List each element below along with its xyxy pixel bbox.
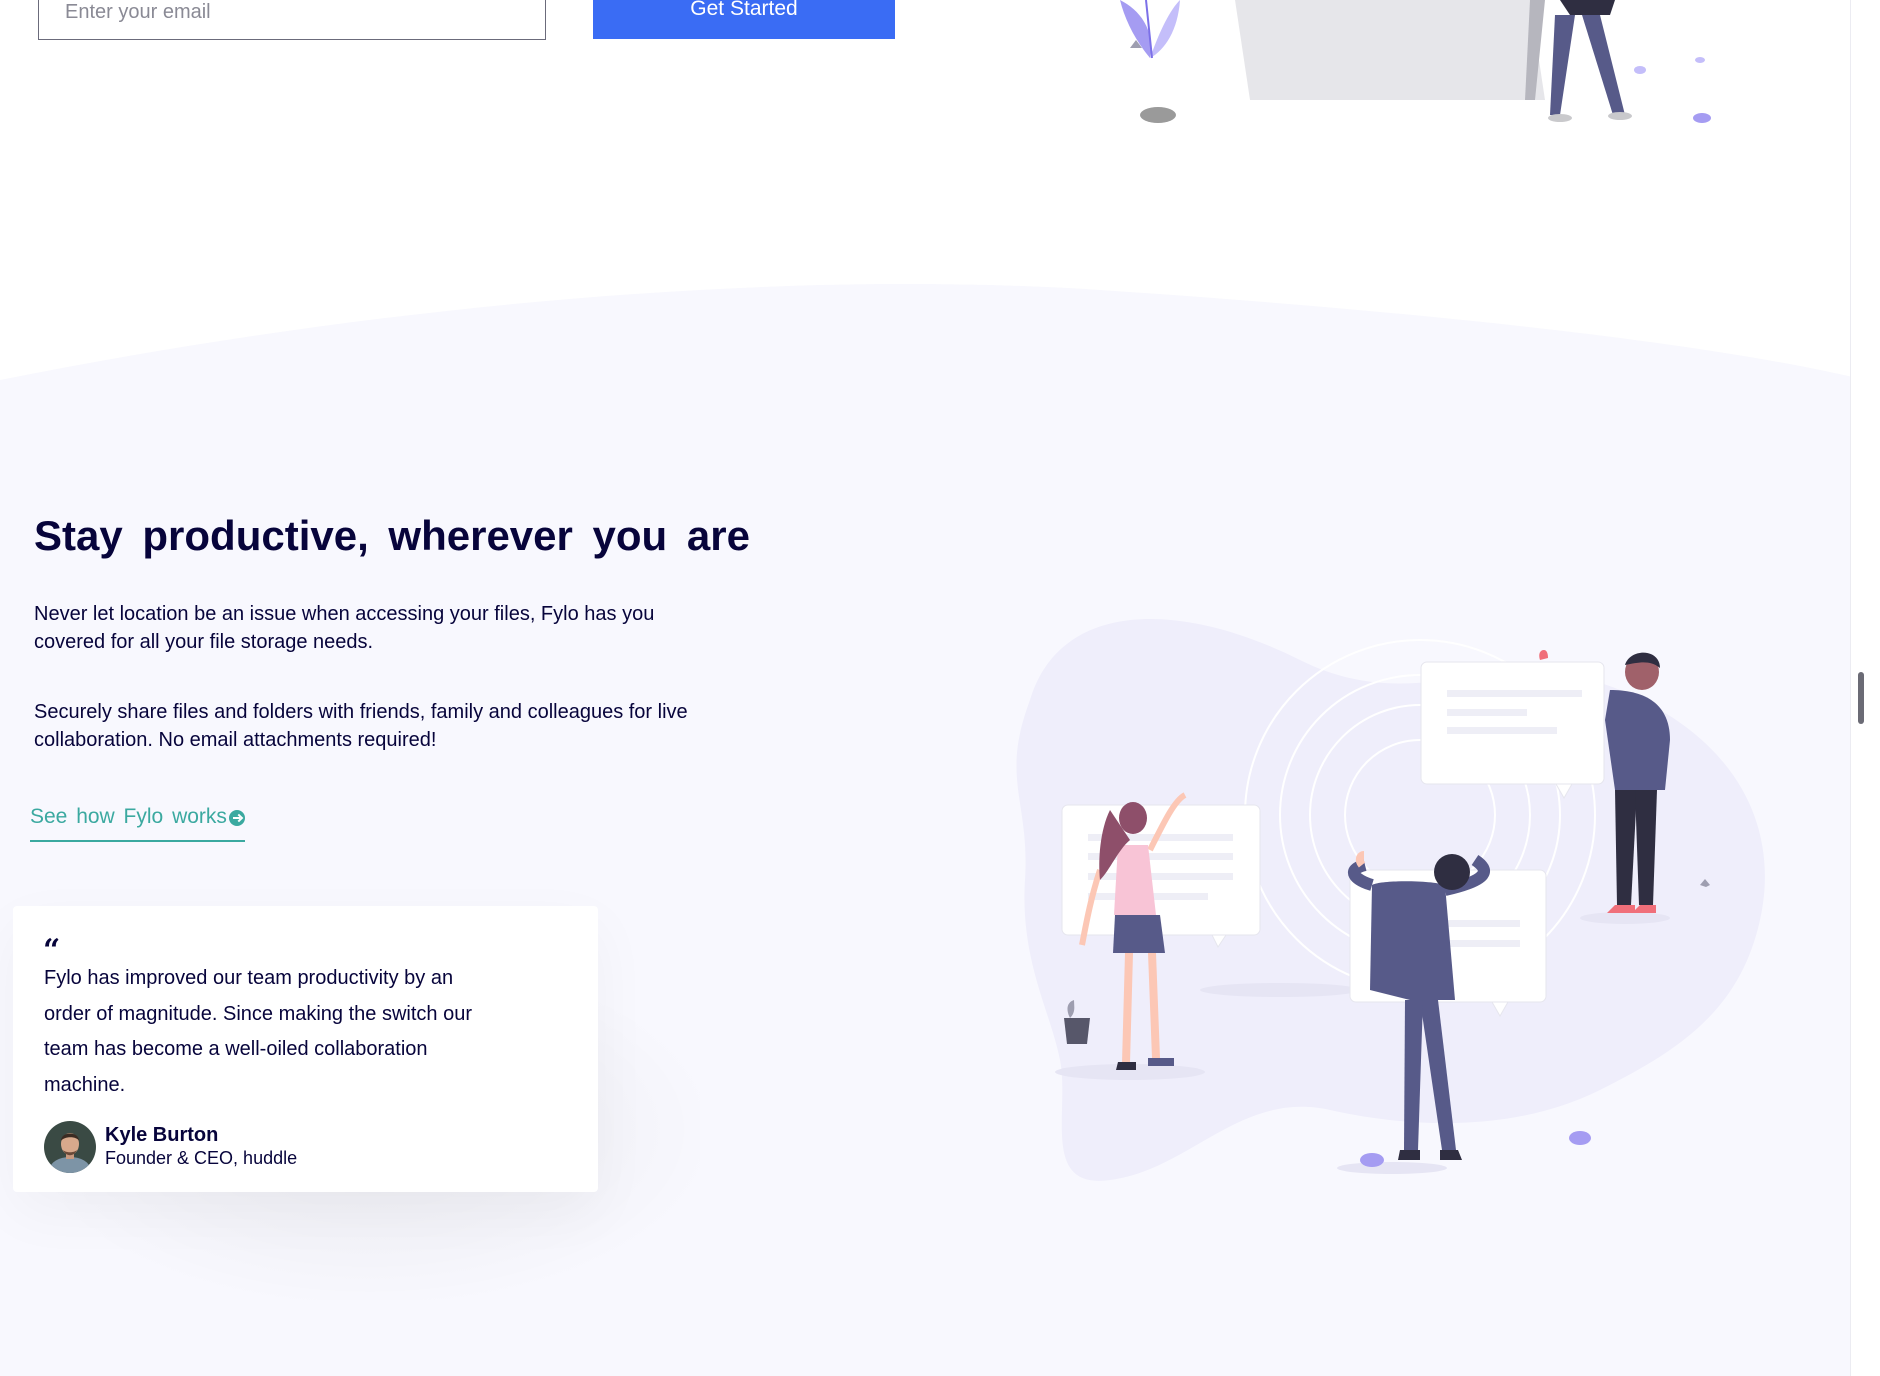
testimonial-quote: Fylo has improved our team productivity …	[44, 967, 472, 1096]
avatar	[44, 1121, 96, 1173]
productive-paragraph-2: Securely share files and folders with fr…	[34, 701, 688, 751]
see-how-link[interactable]: See how Fylo works	[30, 805, 245, 842]
testimonial-card: “ Fylo has improved our team productivit…	[13, 906, 598, 1192]
email-input[interactable]	[38, 0, 546, 40]
page: Get Started Stay productive, wherever yo…	[0, 0, 1865, 1376]
get-started-button[interactable]: Get Started	[593, 0, 895, 39]
collaboration-illustration	[1016, 619, 1765, 1181]
scrollbar[interactable]	[1850, 0, 1865, 1376]
productive-paragraph-1: Never let location be an issue when acce…	[34, 603, 655, 653]
hero-illustration	[1120, 0, 1711, 123]
see-how-link-label: See how Fylo works	[30, 805, 227, 828]
author-role: Founder & CEO, huddle	[105, 1148, 298, 1168]
author-name: Kyle Burton	[105, 1124, 219, 1146]
productive-heading: Stay productive, wherever you are	[34, 512, 750, 559]
arrow-right-circle-icon	[228, 810, 245, 826]
scrollbar-thumb[interactable]	[1858, 672, 1864, 724]
